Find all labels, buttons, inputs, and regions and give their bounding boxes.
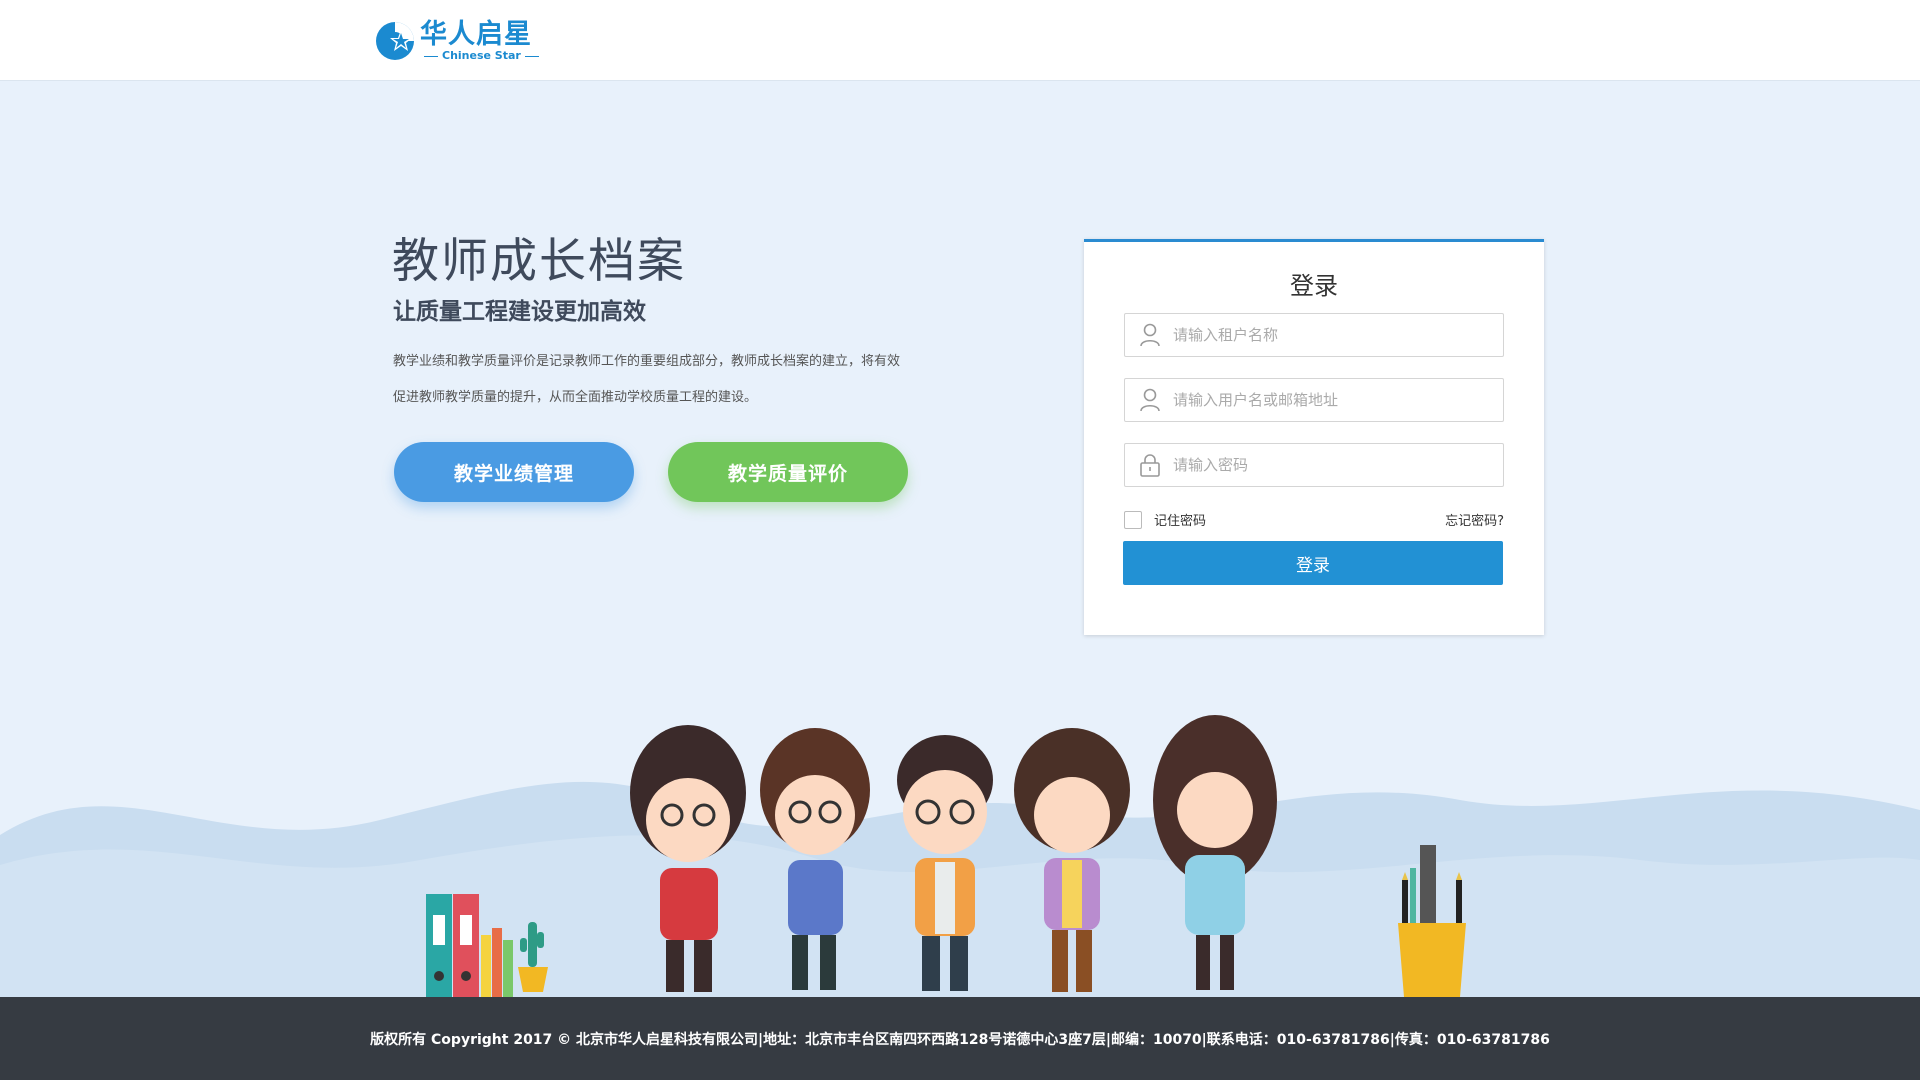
user-icon [1137, 387, 1163, 413]
remember-label: 记住密码 [1154, 514, 1207, 529]
logo-english-name: Chinese Star [420, 50, 543, 62]
password-input[interactable] [1171, 445, 1503, 485]
footer-copyright: 版权所有 Copyright 2017 © 北京市华人启星科技有限公司|地址：北… [370, 1031, 1550, 1048]
username-field[interactable] [1124, 378, 1504, 422]
forgot-password-link[interactable]: 忘记密码? [1445, 510, 1504, 529]
footer: 版权所有 Copyright 2017 © 北京市华人启星科技有限公司|地址：北… [0, 997, 1920, 1080]
page-title: 教师成长档案 [392, 234, 686, 289]
remember-password[interactable]: 记住密码 [1124, 510, 1206, 529]
password-field[interactable] [1124, 443, 1504, 487]
logo[interactable]: 华人启星 Chinese Star [374, 18, 543, 64]
star-logo-icon [374, 20, 416, 62]
top-header: 华人启星 Chinese Star [0, 0, 1920, 81]
login-button[interactable]: 登录 [1123, 541, 1503, 585]
description-line-1: 教学业绩和教学质量评价是记录教师工作的重要组成部分，教师成长档案的建立，将有效 [393, 354, 901, 369]
user-icon [1137, 322, 1163, 348]
description-line-2: 促进教师教学质量的提升，从而全面推动学校质量工程的建设。 [393, 390, 758, 405]
logo-chinese-name: 华人启星 [420, 19, 532, 50]
teaching-performance-button[interactable]: 教学业绩管理 [394, 442, 634, 502]
illustration-scene [0, 700, 1920, 1000]
login-title: 登录 [1290, 272, 1338, 300]
username-input[interactable] [1171, 380, 1503, 420]
login-card: 登录 记住密码 忘记密码? 登录 [1084, 239, 1544, 635]
lock-icon [1137, 452, 1163, 478]
tenant-field[interactable] [1124, 313, 1504, 357]
remember-checkbox[interactable] [1124, 510, 1142, 529]
tenant-input[interactable] [1171, 315, 1503, 355]
teaching-quality-button[interactable]: 教学质量评价 [668, 442, 908, 502]
page-subtitle: 让质量工程建设更加高效 [393, 299, 646, 325]
page-description: 教学业绩和教学质量评价是记录教师工作的重要组成部分，教师成长档案的建立，将有效 … [393, 344, 973, 416]
